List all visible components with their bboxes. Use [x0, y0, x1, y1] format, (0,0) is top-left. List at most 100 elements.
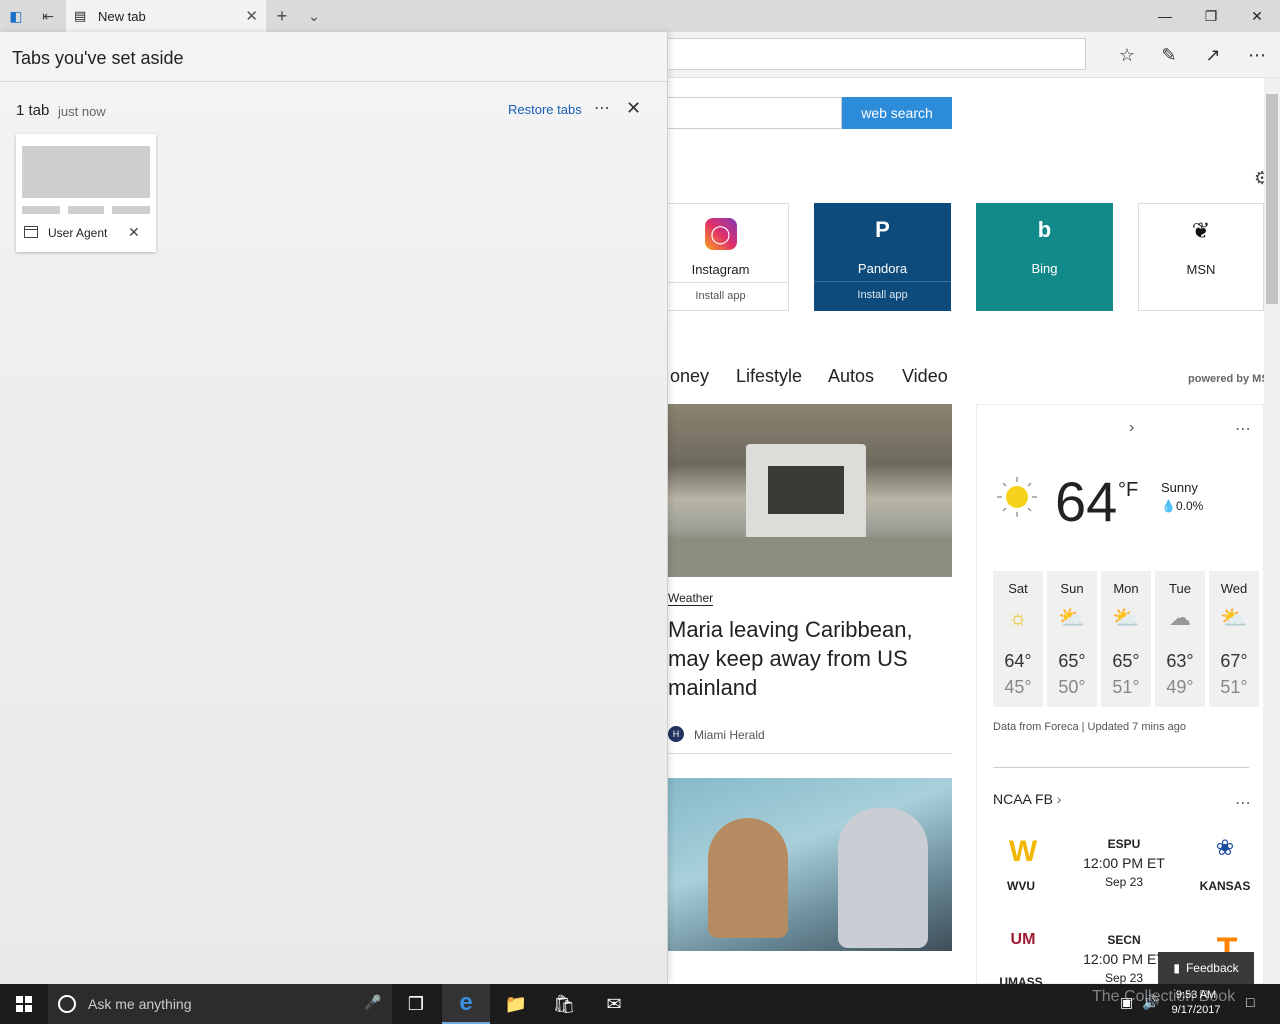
day-name: Wed: [1220, 581, 1248, 596]
tab-title: New tab: [98, 9, 146, 24]
bing-icon: b: [1037, 217, 1052, 242]
news-headline[interactable]: Maria leaving Caribbean, may keep away f…: [668, 615, 938, 702]
nav-item-money[interactable]: oney: [670, 366, 709, 387]
day-high: 65°: [1058, 651, 1086, 671]
forecast-day[interactable]: Sat ☼ 64° 45°: [993, 571, 1043, 707]
restore-button[interactable]: ❐: [1188, 0, 1234, 32]
web-search-button[interactable]: web search: [842, 97, 952, 129]
tab-thumbnail[interactable]: User Agent ✕: [16, 134, 156, 252]
forecast-day[interactable]: Sun ⛅ 65° 50°: [1047, 571, 1097, 707]
minimize-button[interactable]: —: [1142, 0, 1188, 32]
tile-msn[interactable]: ❦ MSN: [1138, 203, 1264, 311]
precipitation: 💧0.0%: [1161, 499, 1203, 513]
file-explorer-icon[interactable]: 📁: [492, 984, 540, 1024]
news-image-cartoon[interactable]: [668, 778, 952, 951]
team-home[interactable]: UMASS: [991, 975, 1051, 984]
tile-name: Bing: [1031, 261, 1058, 276]
forecast-day[interactable]: Tue ☁ 63° 49°: [1155, 571, 1205, 707]
install-app-link[interactable]: Install app: [814, 289, 951, 301]
store-icon[interactable]: 🛍: [540, 984, 588, 1024]
windows-start-icon[interactable]: [0, 984, 48, 1024]
powered-by-label: powered by MS: [1188, 373, 1269, 385]
umass-logo-icon: UM: [1010, 931, 1036, 948]
close-window-button[interactable]: ✕: [1234, 0, 1280, 32]
day-name: Sat: [1008, 581, 1028, 596]
day-high: 67°: [1220, 651, 1248, 671]
remove-tab-icon[interactable]: ✕: [128, 224, 140, 241]
chevron-right-icon[interactable]: ›: [1129, 419, 1134, 437]
sports-title-text: NCAA FB: [993, 791, 1053, 807]
nav-item-lifestyle[interactable]: Lifestyle: [736, 366, 802, 387]
share-icon[interactable]: ↗: [1200, 42, 1226, 68]
news-card[interactable]: Weather Maria leaving Caribbean, may kee…: [668, 577, 952, 754]
weather-widget: › ⋯ 64 °F Sunny 💧0.0% Sat ☼ 64° 45° Sun …: [976, 404, 1264, 984]
team-away[interactable]: KANSAS: [1195, 879, 1255, 893]
tile-bing[interactable]: b Bing: [976, 203, 1113, 311]
title-bar: ◧ ⇤ ▤ New tab ✕ + ⌄ — ❐ ✕: [0, 0, 1280, 32]
chevron-right-icon: ›: [1056, 791, 1062, 807]
news-category[interactable]: Weather: [668, 591, 714, 606]
tabs-set-aside-panel: Tabs you've set aside 1 tab just now Res…: [0, 32, 668, 984]
tab-preview-icon[interactable]: ◧: [6, 6, 26, 26]
task-view-icon[interactable]: ❒: [392, 984, 440, 1024]
sports-more-icon[interactable]: ⋯: [1235, 793, 1253, 813]
game-date: Sep 23: [1104, 875, 1144, 889]
forecast-day[interactable]: Mon ⛅ 65° 51°: [1101, 571, 1151, 707]
news-image-flood[interactable]: [668, 404, 952, 577]
watermark: The Collection Book: [1092, 988, 1236, 1005]
msn-butterfly-icon: ❦: [1191, 218, 1211, 243]
restore-tabs-link[interactable]: Restore tabs: [508, 102, 582, 117]
forecast-day[interactable]: Wed ⛅ 67° 51°: [1209, 571, 1259, 707]
current-temp: 64: [1055, 470, 1118, 533]
weather-more-icon[interactable]: ⋯: [1235, 419, 1253, 439]
pandora-icon: P: [875, 217, 890, 242]
tile-divider: [653, 282, 788, 283]
more-options-icon[interactable]: ⋯: [594, 98, 611, 118]
day-name: Sun: [1060, 581, 1084, 596]
game-network: SECN: [1107, 933, 1141, 947]
feedback-label: Feedback: [1185, 961, 1239, 975]
cortana-search-box[interactable]: Ask me anything 🎤: [48, 984, 392, 1024]
microphone-icon[interactable]: 🎤: [364, 994, 381, 1011]
nav-item-autos[interactable]: Autos: [828, 366, 874, 387]
team-home[interactable]: WVU: [991, 879, 1051, 893]
set-aside-time: just now: [58, 104, 106, 119]
figure-shape: [838, 808, 928, 948]
mail-icon[interactable]: ✉: [590, 984, 638, 1024]
more-icon[interactable]: ⋯: [1244, 42, 1270, 68]
water-shape: [668, 537, 952, 577]
tile-pandora[interactable]: P Pandora Install app: [814, 203, 951, 311]
close-icon[interactable]: ✕: [626, 98, 641, 119]
search-input[interactable]: [640, 97, 842, 129]
day-high: 64°: [1004, 651, 1032, 671]
address-bar[interactable]: [640, 38, 1086, 70]
close-tab-icon[interactable]: ✕: [245, 7, 258, 25]
web-note-icon[interactable]: ✎: [1156, 42, 1182, 68]
tile-name: Instagram: [691, 262, 750, 277]
scrollbar-thumb[interactable]: [1266, 94, 1278, 304]
instagram-icon: ◯: [653, 218, 788, 250]
game-info[interactable]: ESPU 12:00 PM ET Sep 23: [1069, 837, 1179, 889]
tile-instagram[interactable]: ◯ Instagram Install app: [652, 203, 789, 311]
tab-new-tab[interactable]: ▤ New tab ✕: [66, 0, 266, 32]
condition: Sunny: [1161, 480, 1198, 495]
precip-value: 0.0%: [1175, 499, 1204, 513]
tab-list-chevron-icon[interactable]: ⌄: [304, 6, 324, 26]
favorites-icon[interactable]: ☆: [1114, 42, 1140, 68]
new-tab-icon[interactable]: +: [272, 6, 292, 26]
notification-icon[interactable]: □: [1246, 994, 1254, 1010]
edge-icon[interactable]: e: [442, 984, 490, 1024]
temp-unit[interactable]: °F: [1118, 479, 1138, 502]
sports-title[interactable]: NCAA FB ›: [993, 791, 1061, 807]
tab-count: 1 tab: [16, 102, 50, 119]
taskbar: Ask me anything 🎤 ❒ e 📁 🛍 ✉ ▣ 🔊 9:53 AM …: [0, 984, 1280, 1024]
nav-item-video[interactable]: Video: [902, 366, 948, 387]
news-source: Miami Herald: [694, 728, 765, 742]
install-app-link[interactable]: Install app: [653, 290, 788, 302]
weather-source: Data from Foreca | Updated 7 mins ago: [993, 721, 1187, 733]
feedback-button[interactable]: ▮ Feedback: [1158, 952, 1254, 984]
day-low: 51°: [1112, 677, 1140, 697]
day-low: 50°: [1058, 677, 1086, 697]
day-low: 49°: [1166, 677, 1194, 697]
set-tabs-aside-icon[interactable]: ⇤: [38, 6, 58, 26]
